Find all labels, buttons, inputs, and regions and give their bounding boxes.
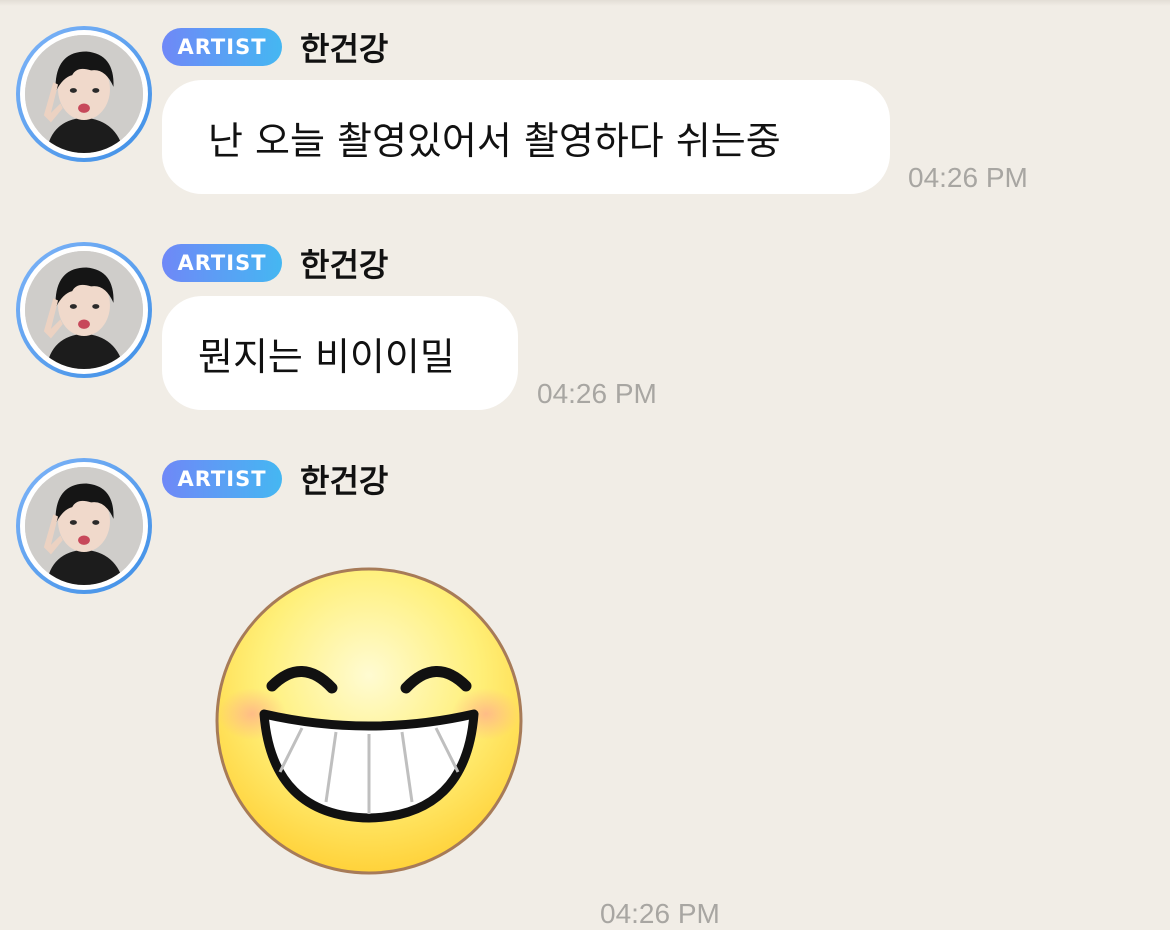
message-timestamp: 04:26 PM — [600, 898, 720, 929]
profile-photo-icon — [25, 35, 143, 153]
chat-message: ARTIST 한건강 난 오늘 촬영있어서 촬영하다 쉬는중 04:26 PM — [0, 26, 1170, 198]
chat-message: ARTIST 한건강 04:26 PM — [0, 458, 1170, 929]
sender-name[interactable]: 한건강 — [300, 456, 388, 502]
top-divider — [0, 0, 1170, 6]
message-timestamp: 04:26 PM — [908, 162, 1028, 193]
message-bubble[interactable]: 난 오늘 촬영있어서 촬영하다 쉬는중 — [162, 80, 890, 194]
artist-badge: ARTIST — [162, 244, 282, 282]
sender-row: ARTIST 한건강 — [162, 458, 388, 500]
artist-badge: ARTIST — [162, 460, 282, 498]
chat-message: ARTIST 한건강 뭔지는 비이이밀 04:26 PM — [0, 242, 1170, 414]
sender-name[interactable]: 한건강 — [300, 24, 388, 70]
grinning-face-sticker-icon[interactable] — [214, 566, 524, 876]
sender-row: ARTIST 한건강 — [162, 26, 388, 68]
message-text: 난 오늘 촬영있어서 촬영하다 쉬는중 — [208, 118, 781, 163]
message-bubble[interactable]: 뭔지는 비이이밀 — [162, 296, 518, 410]
profile-photo-icon — [25, 467, 143, 585]
avatar[interactable] — [16, 242, 152, 378]
avatar[interactable] — [16, 26, 152, 162]
sender-name[interactable]: 한건강 — [300, 240, 388, 286]
artist-badge: ARTIST — [162, 28, 282, 66]
message-text: 뭔지는 비이이밀 — [198, 334, 455, 379]
profile-photo-icon — [25, 251, 143, 369]
avatar[interactable] — [16, 458, 152, 594]
sender-row: ARTIST 한건강 — [162, 242, 388, 284]
message-timestamp: 04:26 PM — [537, 378, 657, 409]
